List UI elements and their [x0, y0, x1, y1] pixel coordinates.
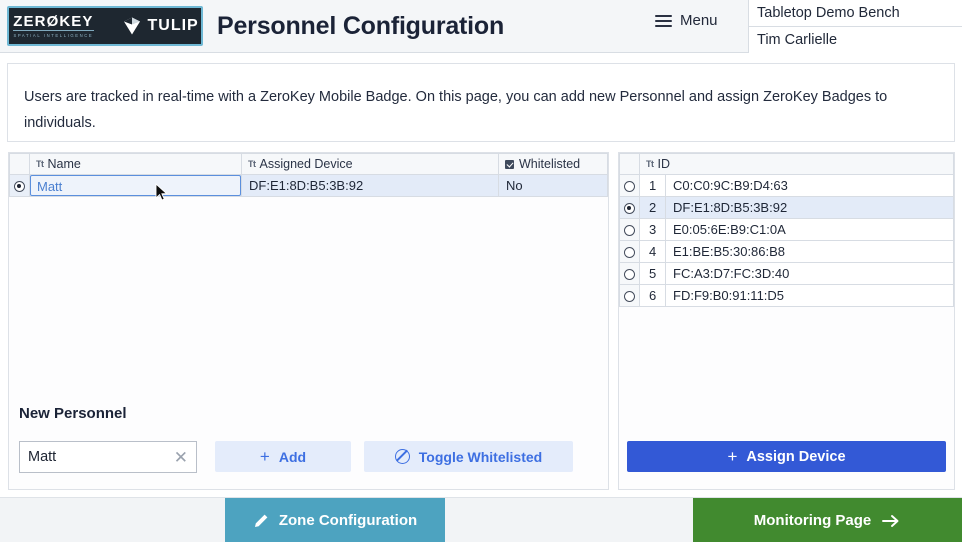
menu-button[interactable]: Menu: [655, 12, 718, 29]
device-table-header-row: Tt ID: [619, 153, 954, 175]
table-row[interactable]: 1 C0:C0:9C:B9:D4:63: [619, 174, 954, 197]
name-input[interactable]: Matt: [30, 175, 241, 196]
assign-device-button[interactable]: + Assign Device: [627, 441, 946, 472]
menu-label: Menu: [680, 12, 718, 29]
row-index: 3: [639, 218, 666, 241]
row-select-radio[interactable]: [9, 174, 30, 197]
cell-assigned-device[interactable]: DF:E1:8D:B5:3B:92: [241, 174, 499, 197]
user-name: Tim Carlielle: [749, 27, 962, 53]
table-row[interactable]: 2 DF:E1:8D:B5:3B:92: [619, 196, 954, 219]
device-table: Tt ID 1 C0:C0:9C:B9:D4:63 2 DF:E1:8D:B5:3…: [619, 153, 954, 307]
page-title: Personnel Configuration: [217, 11, 505, 40]
column-header-assigned-device[interactable]: Tt Assigned Device: [241, 153, 499, 175]
table-row[interactable]: 6 FD:F9:B0:91:11:D5: [619, 284, 954, 307]
pencil-icon: [254, 514, 268, 527]
table-row[interactable]: 4 E1:BE:B5:30:86:B8: [619, 240, 954, 263]
row-index: 5: [639, 262, 666, 285]
arrow-right-icon: [882, 514, 899, 527]
new-personnel-label: New Personnel: [19, 405, 127, 422]
row-select-radio[interactable]: [619, 196, 640, 219]
app-header: ZERØKEY SPATIAL INTELLIGENCE TULIP Perso…: [0, 0, 962, 53]
tulip-logo: TULIP: [116, 16, 202, 36]
assign-device-label: Assign Device: [746, 448, 846, 465]
radio-icon: [14, 181, 25, 193]
radio-icon: [624, 269, 635, 281]
close-x-icon[interactable]: ✕: [174, 449, 188, 466]
row-select-radio[interactable]: [619, 284, 640, 307]
radio-icon: [624, 181, 635, 193]
zerokey-logo: ZERØKEY SPATIAL INTELLIGENCE: [9, 12, 102, 39]
personnel-panel: Tt Name Tt Assigned Device Whitelisted M…: [8, 152, 609, 490]
monitoring-page-label: Monitoring Page: [753, 512, 872, 529]
monitoring-page-button[interactable]: Monitoring Page: [693, 498, 962, 542]
table-header-row: Tt Name Tt Assigned Device Whitelisted: [9, 153, 608, 175]
row-index: 4: [639, 240, 666, 263]
device-panel: Tt ID 1 C0:C0:9C:B9:D4:63 2 DF:E1:8D:B5:3…: [618, 152, 955, 490]
new-personnel-input[interactable]: Matt ✕: [19, 441, 197, 473]
column-header-id[interactable]: Tt ID: [639, 153, 954, 175]
zone-configuration-button[interactable]: Zone Configuration: [225, 498, 445, 542]
mouse-cursor: [155, 183, 168, 201]
table-row[interactable]: 5 FC:A3:D7:FC:3D:40: [619, 262, 954, 285]
row-index: 6: [639, 284, 666, 307]
radio-icon: [624, 247, 635, 259]
new-personnel-value: Matt: [28, 449, 57, 465]
hamburger-icon: [655, 14, 672, 27]
station-name: Tabletop Demo Bench: [749, 0, 962, 27]
text-type-icon: Tt: [36, 159, 44, 169]
radio-icon: [624, 291, 635, 303]
row-select-radio[interactable]: [619, 240, 640, 263]
column-header-whitelisted[interactable]: Whitelisted: [498, 153, 608, 175]
cell-device-id[interactable]: E1:BE:B5:30:86:B8: [665, 240, 954, 263]
zone-configuration-label: Zone Configuration: [278, 512, 418, 529]
checkbox-icon: [505, 160, 514, 169]
row-select-radio[interactable]: [619, 262, 640, 285]
cell-device-id[interactable]: C0:C0:9C:B9:D4:63: [665, 174, 954, 197]
column-header-name[interactable]: Tt Name: [29, 153, 242, 175]
device-select-column-header: [619, 153, 640, 175]
toggle-whitelisted-label: Toggle Whitelisted: [418, 448, 543, 465]
table-row[interactable]: 3 E0:05:6E:B9:C1:0A: [619, 218, 954, 241]
add-button-label: Add: [278, 448, 307, 465]
cell-device-id[interactable]: FD:F9:B0:91:11:D5: [665, 284, 954, 307]
diamond-cube-icon: [123, 17, 140, 35]
add-button[interactable]: + Add: [215, 441, 351, 472]
row-index: 2: [639, 196, 666, 219]
toggle-whitelisted-button[interactable]: Toggle Whitelisted: [364, 441, 573, 472]
brand-logo: ZERØKEY SPATIAL INTELLIGENCE TULIP: [7, 6, 203, 46]
row-select-radio[interactable]: [619, 218, 640, 241]
cell-device-id[interactable]: DF:E1:8D:B5:3B:92: [665, 196, 954, 219]
tulip-wordmark: TULIP: [147, 17, 199, 34]
zerokey-tagline: SPATIAL INTELLIGENCE: [13, 32, 94, 38]
row-select-radio[interactable]: [619, 174, 640, 197]
cell-name[interactable]: Matt: [29, 174, 242, 197]
ban-circle-icon: [394, 449, 410, 464]
device-table-body: 1 C0:C0:9C:B9:D4:63 2 DF:E1:8D:B5:3B:92 …: [619, 174, 954, 307]
plus-icon: +: [727, 446, 738, 466]
cell-device-id[interactable]: E0:05:6E:B9:C1:0A: [665, 218, 954, 241]
context-info: Tabletop Demo Bench Tim Carlielle: [748, 0, 962, 53]
radio-icon: [624, 225, 635, 237]
page-description: Users are tracked in real-time with a Ze…: [7, 63, 955, 142]
plus-icon: +: [259, 446, 270, 466]
cell-device-id[interactable]: FC:A3:D7:FC:3D:40: [665, 262, 954, 285]
select-column-header: [9, 153, 30, 175]
text-type-icon: Tt: [646, 159, 654, 169]
personnel-configuration-page: ZERØKEY SPATIAL INTELLIGENCE TULIP Perso…: [0, 0, 962, 542]
personnel-table: Tt Name Tt Assigned Device Whitelisted M…: [9, 153, 608, 197]
cell-whitelisted[interactable]: No: [498, 174, 608, 197]
text-type-icon: Tt: [248, 159, 256, 169]
zerokey-wordmark: ZERØKEY: [13, 12, 94, 31]
radio-icon: [624, 203, 635, 215]
table-row[interactable]: Matt DF:E1:8D:B5:3B:92 No: [9, 174, 608, 197]
row-index: 1: [639, 174, 666, 197]
footer-bar: Zone Configuration Monitoring Page: [0, 497, 962, 542]
